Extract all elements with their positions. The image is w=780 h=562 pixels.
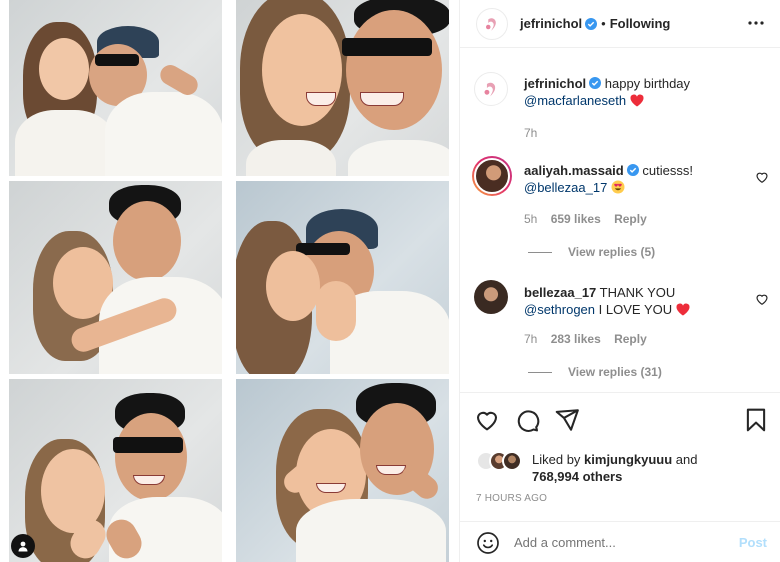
view-replies-button[interactable]: View replies (31) bbox=[528, 365, 662, 379]
comment-text-continued: I LOVE YOU bbox=[598, 302, 673, 317]
liked-by-text: Liked by kimjungkyuuu and 768,994 others bbox=[532, 451, 732, 485]
comment-item: bellezaa_17 THANK YOU @sethrogen I LOVE … bbox=[474, 278, 769, 388]
emoji-picker-icon[interactable] bbox=[476, 531, 500, 555]
view-replies-button[interactable]: View replies (5) bbox=[528, 245, 655, 259]
add-comment-bar: Post bbox=[460, 521, 780, 562]
comment-button[interactable] bbox=[514, 407, 540, 433]
comment-meta: 5h 659 likes Reply bbox=[524, 212, 657, 226]
comment-text-block: aaliyah.massaid cutiesss! @bellezaa_17 bbox=[524, 162, 754, 196]
verified-badge-icon bbox=[589, 77, 602, 89]
post-timestamp[interactable]: 7 HOURS AGO bbox=[476, 493, 547, 504]
replies-divider bbox=[528, 251, 552, 253]
comment-mention[interactable]: @bellezaa_17 bbox=[524, 180, 607, 195]
comment-bubble-icon bbox=[517, 410, 540, 432]
like-button[interactable] bbox=[474, 407, 500, 433]
like-comment-heart-icon[interactable] bbox=[755, 170, 769, 184]
photo-4 bbox=[236, 181, 449, 374]
tagged-user-icon[interactable] bbox=[11, 534, 35, 558]
reply-button[interactable]: Reply bbox=[614, 212, 647, 226]
comment-time: 7h bbox=[524, 332, 538, 346]
more-options-button[interactable] bbox=[747, 14, 765, 32]
comment-author[interactable]: bellezaa_17 bbox=[524, 285, 596, 300]
post-comment-button[interactable]: Post bbox=[739, 535, 767, 550]
caption-text: happy birthday bbox=[604, 76, 691, 91]
liker-avatar bbox=[502, 451, 522, 471]
red-heart-emoji-icon bbox=[676, 303, 690, 316]
comment-text: THANK YOU bbox=[599, 285, 676, 300]
caption-author-avatar[interactable] bbox=[474, 72, 508, 106]
author-logo-icon bbox=[480, 12, 504, 35]
caption-time: 7h bbox=[524, 126, 538, 140]
reply-button[interactable]: Reply bbox=[614, 332, 647, 346]
view-replies-label: View replies (5) bbox=[568, 245, 656, 259]
caption-mention[interactable]: @macfarlaneseth bbox=[524, 93, 626, 108]
following-button[interactable]: Following bbox=[610, 16, 671, 31]
comment-item: aaliyah.massaid cutiesss! @bellezaa_17 5… bbox=[472, 156, 769, 266]
liked-by-avatars[interactable] bbox=[476, 451, 528, 471]
caption: jefrinichol happy birthday @macfarlanese… bbox=[474, 72, 769, 142]
heart-eyes-emoji-icon bbox=[611, 180, 625, 194]
like-comment-heart-icon[interactable] bbox=[755, 292, 769, 306]
post-actions-section: Liked by kimjungkyuuu and 768,994 others… bbox=[460, 392, 780, 562]
follow-separator: • bbox=[601, 16, 606, 31]
user-icon bbox=[18, 541, 28, 552]
photo-5 bbox=[9, 379, 222, 562]
comment-author[interactable]: aaliyah.massaid bbox=[524, 163, 624, 178]
liked-by-prefix: Liked by bbox=[532, 452, 581, 467]
comment-text-block: bellezaa_17 THANK YOU @sethrogen I LOVE … bbox=[524, 284, 754, 318]
comment-input[interactable] bbox=[514, 535, 724, 550]
photo-3 bbox=[9, 181, 222, 374]
liked-by-and: and bbox=[675, 452, 698, 467]
comment-likes[interactable]: 659 likes bbox=[551, 212, 601, 226]
avatar-photo bbox=[474, 158, 510, 194]
comment-mention[interactable]: @sethrogen bbox=[524, 302, 595, 317]
action-bar bbox=[474, 407, 580, 433]
post-header: jefrinichol • Following bbox=[460, 0, 780, 48]
photo-1 bbox=[9, 0, 222, 176]
comment-text: cutiesss! bbox=[642, 163, 693, 178]
bookmark-icon bbox=[746, 408, 766, 432]
likes-count[interactable]: 768,994 others bbox=[532, 469, 622, 484]
liked-by-user[interactable]: kimjungkyuuu bbox=[584, 452, 672, 467]
replies-divider bbox=[528, 371, 552, 373]
commenter-avatar[interactable] bbox=[474, 280, 508, 314]
commenter-avatar[interactable] bbox=[472, 156, 512, 196]
comment-time: 5h bbox=[524, 212, 538, 226]
photo-2 bbox=[236, 0, 449, 176]
red-heart-emoji-icon bbox=[630, 94, 644, 107]
verified-badge-icon bbox=[626, 164, 639, 176]
heart-icon bbox=[476, 411, 498, 431]
author-logo-icon bbox=[478, 76, 504, 102]
comment-likes[interactable]: 283 likes bbox=[551, 332, 601, 346]
verified-badge-icon bbox=[585, 17, 598, 30]
comments-list[interactable]: jefrinichol happy birthday @macfarlanese… bbox=[460, 50, 780, 390]
post-details-panel: jefrinichol • Following jefrinichol happ… bbox=[459, 0, 780, 562]
paper-plane-icon bbox=[555, 409, 579, 431]
comment-meta: 7h 283 likes Reply bbox=[524, 332, 657, 346]
author-username[interactable]: jefrinichol bbox=[520, 16, 582, 31]
author-avatar[interactable] bbox=[476, 7, 508, 40]
save-button[interactable] bbox=[743, 407, 769, 433]
view-replies-label: View replies (31) bbox=[568, 365, 662, 379]
share-button[interactable] bbox=[554, 407, 580, 433]
more-horizontal-icon bbox=[748, 21, 764, 25]
caption-meta: 7h bbox=[524, 126, 547, 140]
post-media[interactable] bbox=[0, 0, 459, 562]
caption-text-block: jefrinichol happy birthday @macfarlanese… bbox=[524, 75, 754, 109]
photo-6 bbox=[236, 379, 449, 562]
caption-author[interactable]: jefrinichol bbox=[524, 76, 586, 91]
